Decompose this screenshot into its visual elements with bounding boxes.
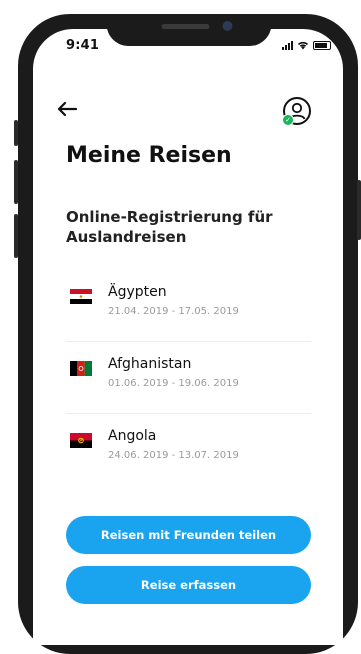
camera <box>222 21 233 31</box>
side-button <box>14 120 18 146</box>
trip-country: Ägypten <box>108 284 167 300</box>
wifi-icon <box>297 41 309 50</box>
trip-country: Angola <box>108 428 157 444</box>
page-title: Meine Reisen <box>66 143 232 168</box>
volume-up-button <box>14 160 18 204</box>
add-trip-button[interactable]: Reise erfassen <box>66 566 311 604</box>
section-title: Online-Registrierung für Auslandreisen <box>66 208 273 246</box>
share-trips-button[interactable]: Reisen mit Freunden teilen <box>66 516 311 554</box>
trip-item-angola[interactable]: Angola 24.06. 2019 - 13.07. 2019 <box>66 414 311 486</box>
trip-country: Afghanistan <box>108 356 192 372</box>
trip-dates: 21.04. 2019 - 17.05. 2019 <box>108 306 239 317</box>
back-arrow-icon[interactable] <box>56 100 78 118</box>
notch <box>106 14 272 46</box>
power-button <box>357 180 361 240</box>
status-time: 9:41 <box>66 38 100 53</box>
trip-list: Ägypten 21.04. 2019 - 17.05. 2019 Afghan… <box>66 270 311 486</box>
signal-icon <box>282 40 293 50</box>
status-icons <box>282 40 331 50</box>
egypt-flag-icon <box>70 289 92 304</box>
trip-dates: 24.06. 2019 - 13.07. 2019 <box>108 450 239 461</box>
battery-icon <box>313 40 331 50</box>
afghanistan-flag-icon <box>70 361 92 376</box>
angola-flag-icon <box>70 433 92 448</box>
trip-dates: 01.06. 2019 - 19.06. 2019 <box>108 378 239 389</box>
trip-item-egypt[interactable]: Ägypten 21.04. 2019 - 17.05. 2019 <box>66 270 311 342</box>
trip-item-afghanistan[interactable]: Afghanistan 01.06. 2019 - 19.06. 2019 <box>66 342 311 414</box>
volume-down-button <box>14 214 18 258</box>
verified-check-icon: ✓ <box>282 114 294 126</box>
speaker <box>161 24 210 29</box>
